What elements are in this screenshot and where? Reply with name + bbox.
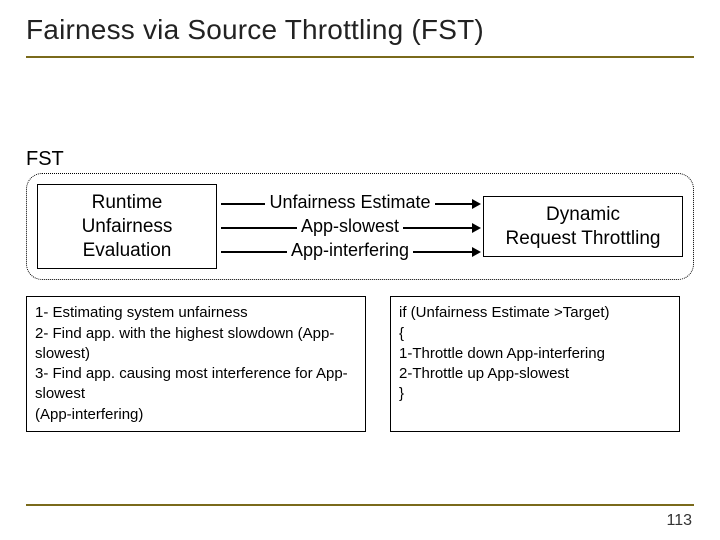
page-title: Fairness via Source Throttling (FST) [26,14,694,56]
arrow-app-interfering: App-interfering [225,239,475,263]
fst-group-label: FST [26,148,694,171]
notes-row: 1- Estimating system unfairness2- Find a… [26,296,694,432]
note-right: if (Unfairness Estimate >Target){ 1-Thro… [390,296,680,432]
label-app-interfering: App-interfering [287,239,413,262]
arrow-unfairness-estimate: Unfairness Estimate [225,191,475,215]
bottom-divider [26,504,694,506]
mid-labels: Unfairness Estimate App-slowest App-inte… [225,191,475,263]
label-unfairness-estimate: Unfairness Estimate [265,191,434,214]
label-app-slowest: App-slowest [297,215,403,238]
page-number: 113 [666,512,692,530]
note-left: 1- Estimating system unfairness2- Find a… [26,296,366,432]
arrow-app-slowest: App-slowest [225,215,475,239]
title-divider [26,56,694,58]
dynamic-box: DynamicRequest Throttling [483,196,683,258]
runtime-box: RuntimeUnfairnessEvaluation [37,184,217,269]
fst-group: RuntimeUnfairnessEvaluation Unfairness E… [26,173,694,280]
